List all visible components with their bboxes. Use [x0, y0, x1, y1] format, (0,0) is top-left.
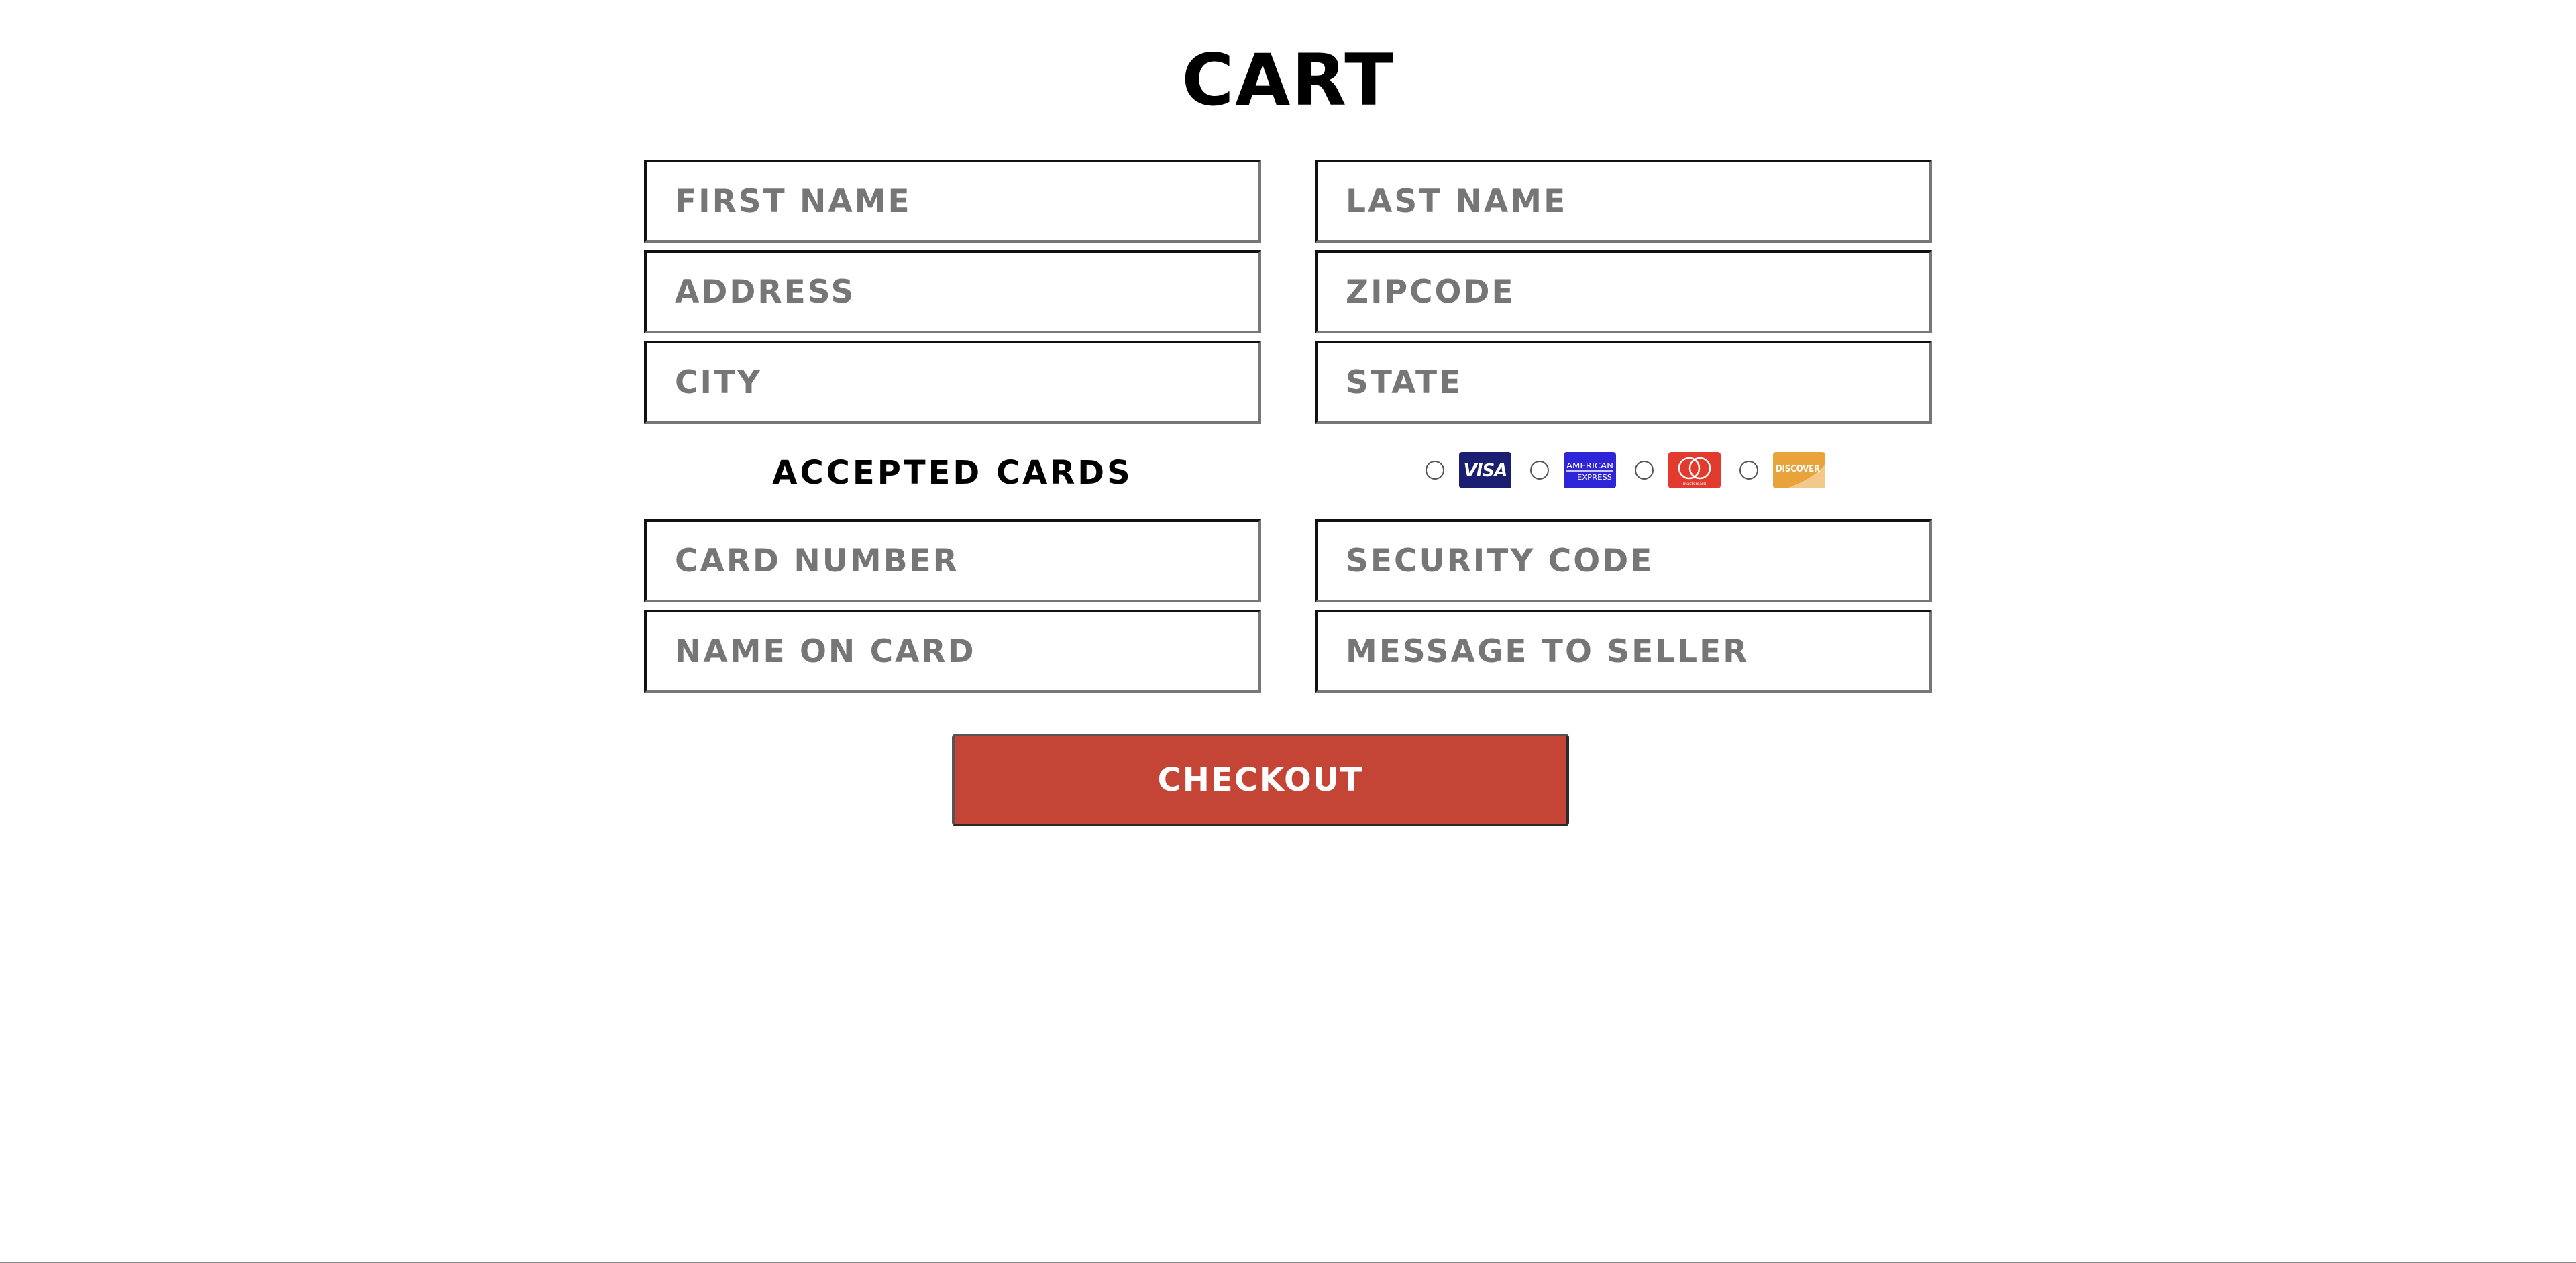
discover-radio[interactable] [1739, 461, 1758, 480]
american-express-radio[interactable] [1530, 461, 1549, 480]
security-code-input[interactable] [1315, 519, 1932, 602]
city-input[interactable] [644, 341, 1261, 424]
svg-text:EXPRESS: EXPRESS [1577, 473, 1612, 482]
accepted-cards-label: ACCEPTED CARDS [772, 454, 1133, 492]
last-name-input[interactable] [1315, 160, 1932, 243]
cart-page: CART ACCEPTED CARDS VISA AMERICAN EXPRES… [0, 0, 2576, 1263]
svg-text:VISA: VISA [1464, 461, 1507, 481]
mastercard-radio[interactable] [1635, 461, 1654, 480]
visa-icon: VISA [1459, 452, 1511, 488]
zipcode-input[interactable] [1315, 250, 1932, 333]
visa-radio[interactable] [1426, 461, 1444, 480]
card-type-selector: VISA AMERICAN EXPRESS mastercard DISCOVE… [1426, 451, 1825, 489]
discover-icon: DISCOVER [1773, 452, 1825, 488]
message-to-seller-input[interactable] [1315, 610, 1932, 693]
address-input[interactable] [644, 250, 1261, 333]
american-express-icon: AMERICAN EXPRESS [1564, 452, 1616, 488]
name-on-card-input[interactable] [644, 610, 1261, 693]
svg-text:AMERICAN: AMERICAN [1566, 461, 1613, 470]
page-title: CART [1181, 39, 1395, 121]
checkout-button[interactable]: CHECKOUT [952, 734, 1569, 826]
svg-text:DISCOVER: DISCOVER [1776, 464, 1820, 474]
first-name-input[interactable] [644, 160, 1261, 243]
state-input[interactable] [1315, 341, 1932, 424]
svg-text:mastercard: mastercard [1683, 482, 1706, 486]
card-number-input[interactable] [644, 519, 1261, 602]
mastercard-icon: mastercard [1668, 452, 1721, 488]
